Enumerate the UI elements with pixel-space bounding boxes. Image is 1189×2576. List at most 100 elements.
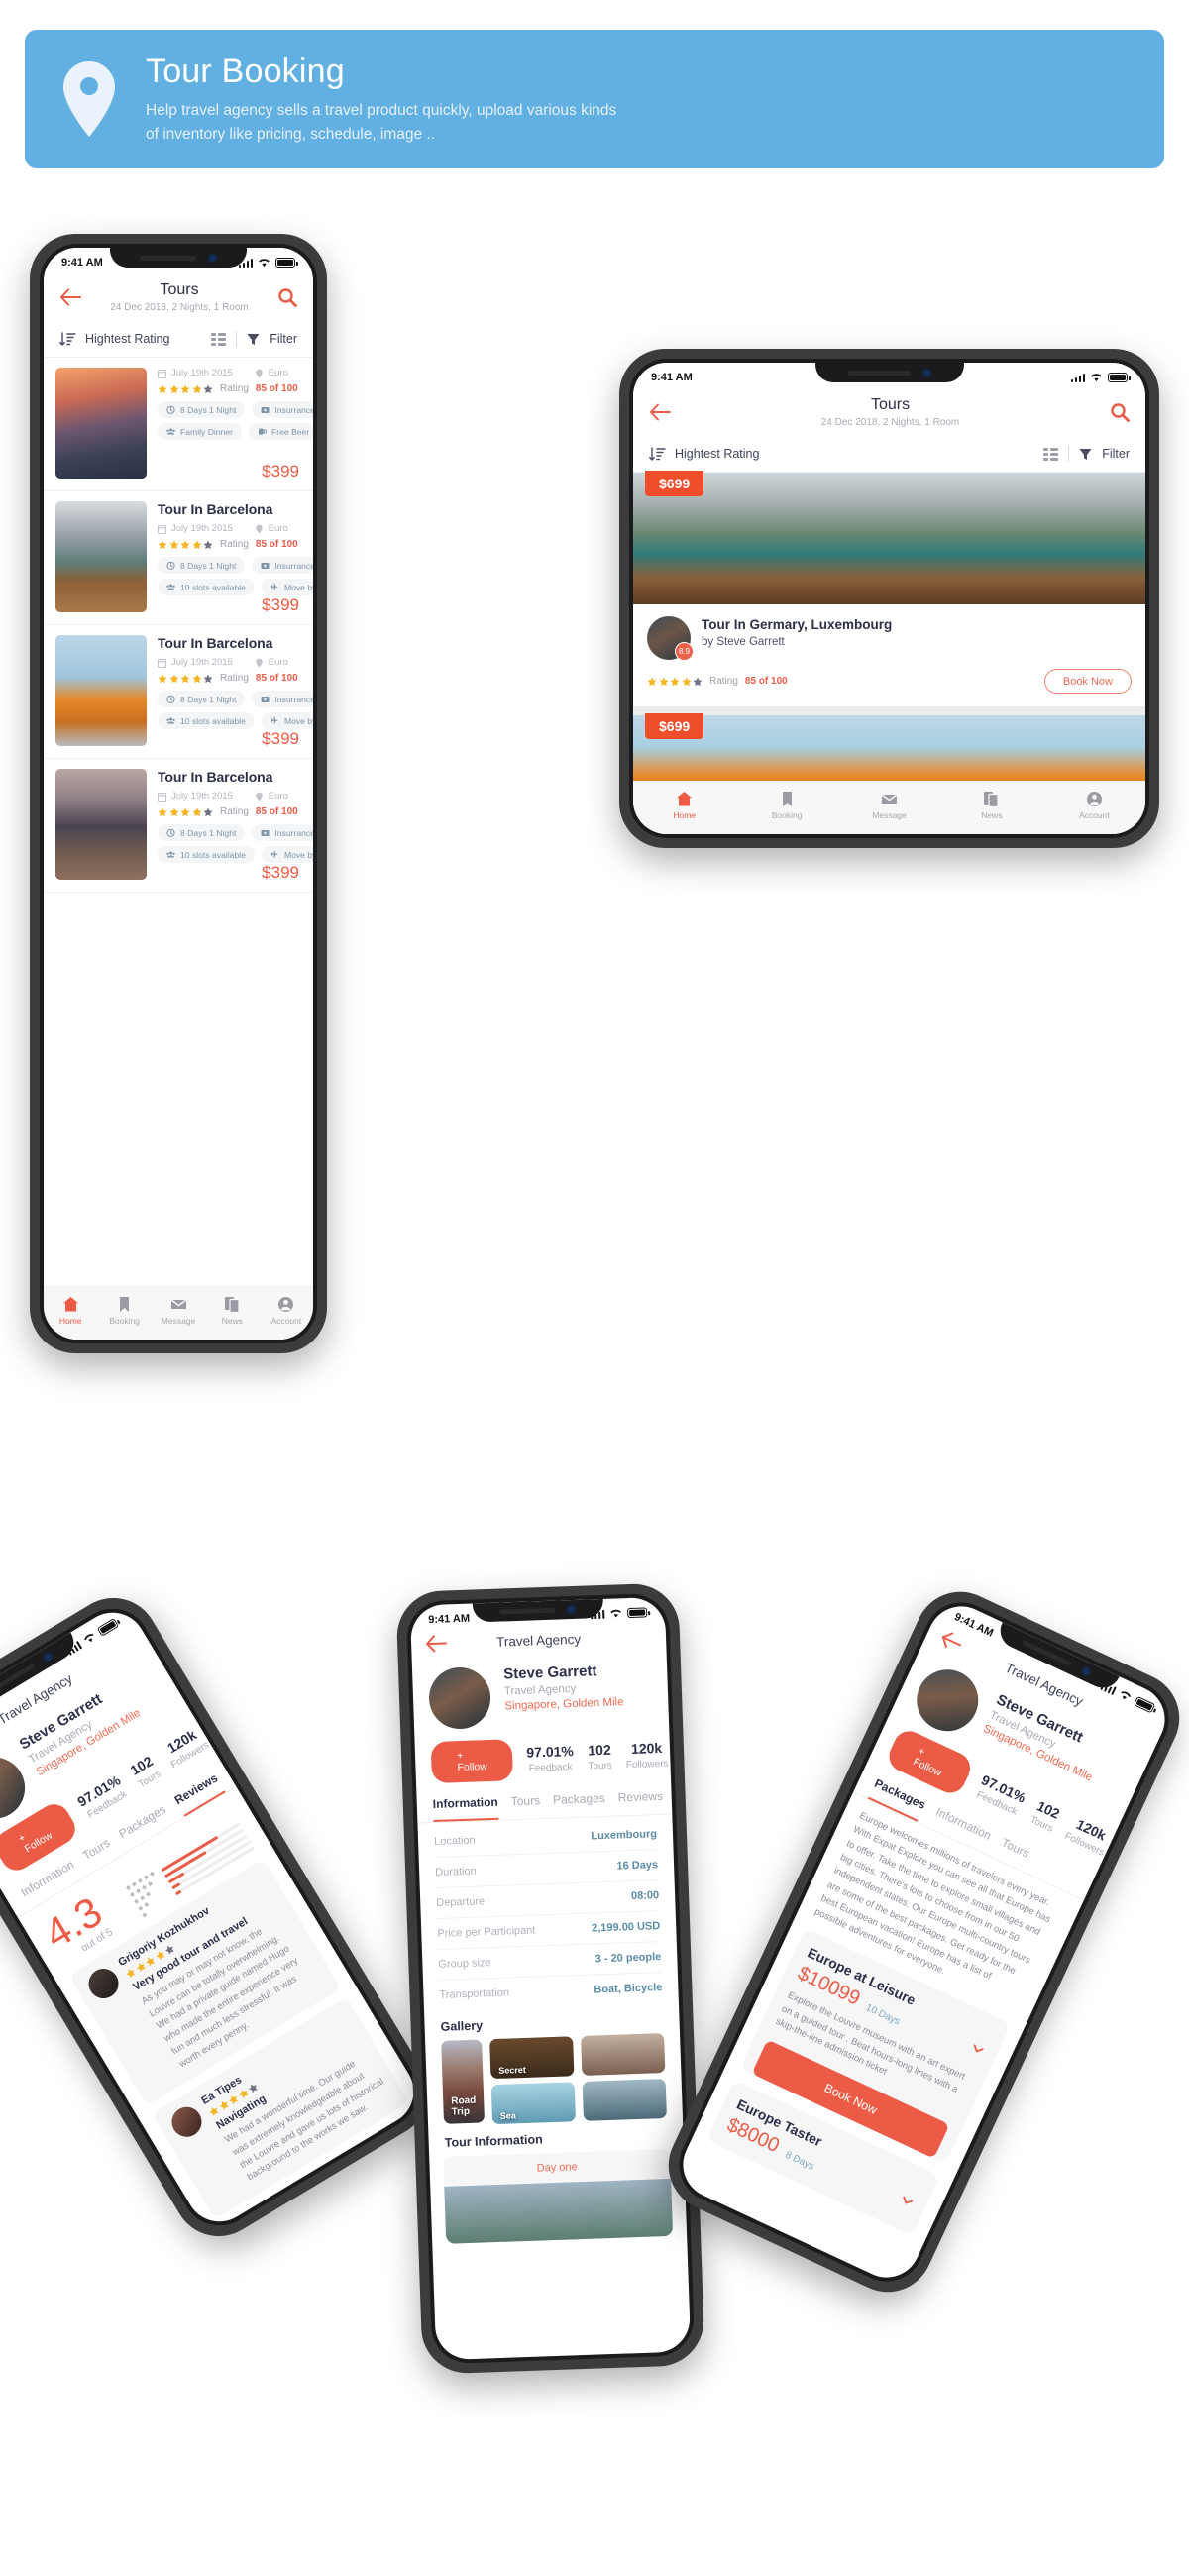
bottom-tab-bar[interactable]: Home Booking Message News Account — [44, 1286, 313, 1340]
phone-profile-packages: 9:41 AM Travel Agency Steve Garrett Trav… — [653, 1576, 1189, 2308]
status-bar: 9:41 AM — [44, 248, 313, 277]
tab-home[interactable]: Home — [633, 791, 735, 820]
tour-place-text: Euro — [268, 657, 288, 668]
sort-control[interactable]: Hightest Rating — [59, 331, 170, 347]
tour-rating: Rating 85 of 100 — [158, 539, 301, 550]
group-icon — [166, 584, 175, 590]
feed-card[interactable]: $699 8.9 Tour In Germary, Luxembourg by … — [633, 471, 1145, 706]
tour-rating: Rating 85 of 100 — [158, 383, 301, 394]
battery-icon — [1108, 373, 1131, 382]
phone-tour-list: 9:41 AM Tours 24 Dec 2018, 2 Nights, 1 R… — [30, 234, 327, 1353]
search-icon[interactable] — [277, 287, 297, 307]
tour-tag: 10 slots available — [158, 846, 255, 863]
follow-button[interactable]: + Follow — [430, 1739, 514, 1784]
tour-list[interactable]: July 19th 2015 Euro Rating 85 of 100 8 D… — [44, 358, 313, 893]
tours-title: Tours — [160, 281, 199, 298]
gallery-item[interactable]: Sea — [490, 2082, 577, 2125]
tab-booking[interactable]: Booking — [735, 791, 837, 820]
tab-reviews[interactable]: Reviews — [617, 1789, 663, 1816]
sort-filter-bar: Hightest Rating Filter — [633, 436, 1145, 473]
first-aid-icon — [261, 830, 270, 836]
tour-place-text: Euro — [268, 523, 288, 534]
wifi-icon — [259, 259, 270, 268]
search-icon[interactable] — [1110, 402, 1130, 422]
book-now-button[interactable]: Book Now — [1043, 669, 1132, 694]
star-rating — [647, 677, 703, 687]
gallery-item[interactable] — [582, 2079, 667, 2121]
status-time: 9:41 AM — [428, 1612, 471, 1627]
rating-value: 85 of 100 — [255, 383, 298, 394]
tab-message[interactable]: Message — [152, 1296, 205, 1326]
tour-card[interactable]: Tour In Barcelona July 19th 2015 Euro Ra… — [44, 625, 313, 759]
rating-label: Rating — [220, 806, 249, 817]
back-arrow-icon[interactable] — [425, 1634, 448, 1653]
tour-card[interactable]: Tour In Barcelona July 19th 2015 Euro Ra… — [44, 491, 313, 625]
gallery[interactable]: Road Trip Secret Sea — [425, 2032, 683, 2126]
sort-control[interactable]: Hightest Rating — [649, 446, 759, 462]
wifi-icon — [610, 1609, 621, 1618]
tour-card[interactable]: July 19th 2015 Euro Rating 85 of 100 8 D… — [44, 358, 313, 491]
filter-label[interactable]: Filter — [270, 332, 297, 346]
info-key: Transportation — [439, 1986, 510, 2001]
tab-booking[interactable]: Booking — [97, 1296, 151, 1326]
tab-news[interactable]: News — [940, 791, 1042, 820]
cellular-signal-icon — [65, 1640, 82, 1656]
tour-card[interactable]: Tour In Barcelona July 19th 2015 Euro Ra… — [44, 759, 313, 893]
list-view-icon[interactable] — [1043, 447, 1059, 461]
tab-home[interactable]: Home — [44, 1296, 97, 1326]
tour-price: $399 — [262, 863, 299, 882]
filter-label[interactable]: Filter — [1102, 447, 1130, 461]
calendar-icon — [158, 369, 166, 378]
review-avatar — [166, 2101, 208, 2143]
tour-tag-text: 8 Days 1 Night — [180, 694, 237, 704]
feed-title: Tours — [870, 396, 911, 413]
information-table: Location Luxembourg Duration 16 Days Dep… — [417, 1815, 678, 2011]
tour-price: $399 — [262, 595, 299, 614]
tour-date-text: July 19th 2015 — [171, 791, 233, 802]
bottom-tab-bar[interactable]: Home Booking Message News Account — [633, 781, 1145, 834]
info-key: Location — [433, 1834, 476, 1849]
tour-tag-text: Move by airplan — [283, 849, 313, 860]
tour-tag-text: Free Beer — [271, 426, 310, 437]
stat-followers: 120k Followers — [625, 1740, 669, 1771]
rating-label: Rating — [220, 539, 249, 550]
gallery-item[interactable] — [581, 2033, 666, 2076]
tour-title: Tour In Barcelona — [158, 635, 273, 651]
tour-date-text: July 19th 2015 — [171, 523, 233, 534]
screen-profile-reviews: 9:41 AM Travel Agency — [0, 1600, 427, 2234]
history-icon — [166, 695, 175, 703]
tab-label: Home — [58, 1315, 82, 1326]
gallery-item[interactable]: Secret — [489, 2036, 575, 2080]
tab-tours[interactable]: Tours — [510, 1793, 540, 1819]
back-arrow-icon[interactable] — [59, 288, 81, 306]
tour-place: Euro — [255, 791, 288, 802]
page-subtitle-line1: Help travel agency sells a travel produc… — [146, 102, 617, 120]
tour-date-text: July 19th 2015 — [171, 657, 233, 668]
tab-packages[interactable]: Packages — [553, 1791, 606, 1818]
tour-tag-text: 10 slots available — [180, 715, 246, 726]
tab-account[interactable]: Account — [260, 1296, 313, 1326]
divider — [236, 331, 238, 347]
status-bar: 9:41 AM — [633, 363, 1145, 392]
info-value: 08:00 — [630, 1889, 660, 1903]
filter-icon[interactable] — [247, 333, 260, 346]
page-subtitle-line2: of inventory like pricing, schedule, ima… — [146, 125, 436, 143]
tab-information[interactable]: Information — [432, 1794, 499, 1823]
tab-account[interactable]: Account — [1043, 791, 1145, 820]
tour-date: July 19th 2015 — [158, 791, 233, 802]
list-view-icon[interactable] — [211, 332, 227, 346]
tour-tag-text: Move by airplan — [283, 715, 313, 726]
back-arrow-icon[interactable] — [649, 403, 671, 421]
stat-label: Tours — [588, 1760, 612, 1772]
sort-label: Hightest Rating — [85, 332, 170, 346]
gallery-item[interactable]: Road Trip — [441, 2039, 486, 2124]
stat-value: 102 — [588, 1741, 611, 1759]
filter-icon[interactable] — [1079, 448, 1092, 461]
star-rating — [158, 674, 213, 684]
stat-value: 120k — [630, 1739, 663, 1758]
battery-icon — [626, 1607, 648, 1619]
tour-title: Tour In Barcelona — [158, 769, 273, 785]
tab-news[interactable]: News — [205, 1296, 259, 1326]
tour-day-card[interactable]: Day one — [443, 2148, 674, 2244]
tab-message[interactable]: Message — [838, 791, 940, 820]
